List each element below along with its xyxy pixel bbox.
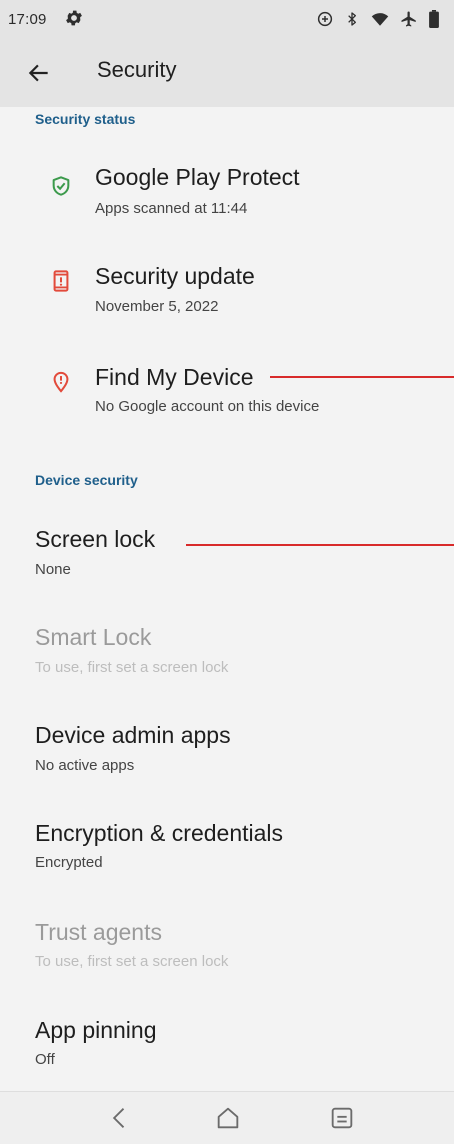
item-subtitle: Off (35, 1051, 55, 1068)
home-icon[interactable] (214, 1104, 242, 1132)
encryption-credentials-item[interactable]: Encryption & credentials Encrypted (0, 803, 454, 888)
item-title: App pinning (35, 1017, 157, 1043)
item-subtitle: Apps scanned at 11:44 (95, 200, 248, 217)
trust-agents-item: Trust agents To use, first set a screen … (0, 903, 454, 988)
item-subtitle: To use, first set a screen lock (35, 659, 229, 676)
battery-icon (428, 10, 440, 28)
item-title: Encryption & credentials (35, 820, 284, 846)
airplane-mode-icon (400, 10, 418, 28)
smart-lock-item: Smart Lock To use, first set a screen lo… (0, 608, 454, 693)
item-title: Screen lock (35, 526, 156, 552)
device-admin-apps-item[interactable]: Device admin apps No active apps (0, 705, 454, 790)
item-title: Device admin apps (35, 722, 231, 748)
item-title: Smart Lock (35, 624, 152, 650)
settings-gear-icon (64, 8, 84, 28)
location-alert-icon (50, 371, 72, 393)
recents-icon[interactable] (328, 1104, 356, 1132)
item-title: Trust agents (35, 919, 162, 945)
google-play-protect-item[interactable]: Google Play Protect Apps scanned at 11:4… (0, 145, 454, 230)
find-my-device-item[interactable]: Find My Device No Google account on this… (0, 340, 454, 425)
page-title: Security (97, 57, 177, 82)
wifi-icon (370, 10, 390, 28)
section-header-security-status: Security status (35, 111, 136, 127)
item-title: Find My Device (95, 364, 254, 390)
phone-alert-icon (50, 270, 72, 292)
item-subtitle: Encrypted (35, 854, 103, 871)
annotation-marker-line (186, 544, 454, 546)
arrow-back-icon[interactable] (26, 60, 52, 86)
bluetooth-icon (344, 10, 360, 28)
shield-check-icon (50, 175, 72, 197)
item-subtitle: No active apps (35, 757, 135, 774)
section-header-device-security: Device security (35, 472, 138, 488)
item-title: Security update (95, 263, 255, 289)
app-bar: Security (0, 40, 454, 107)
navigation-bar (0, 1091, 454, 1144)
status-time: 17:09 (8, 11, 47, 28)
back-chevron-icon[interactable] (106, 1104, 134, 1132)
data-saver-icon (316, 10, 334, 28)
screen-lock-item[interactable]: Screen lock None (0, 510, 454, 595)
status-bar: 17:09 (0, 0, 454, 40)
item-subtitle: November 5, 2022 (95, 298, 219, 315)
item-subtitle: None (35, 561, 71, 578)
annotation-marker-line (270, 376, 454, 378)
item-subtitle: No Google account on this device (95, 398, 320, 415)
security-update-item[interactable]: Security update November 5, 2022 (0, 238, 454, 323)
status-icons (316, 10, 440, 28)
item-subtitle: To use, first set a screen lock (35, 953, 229, 970)
app-pinning-item[interactable]: App pinning Off (0, 1000, 454, 1085)
item-title: Google Play Protect (95, 164, 300, 190)
